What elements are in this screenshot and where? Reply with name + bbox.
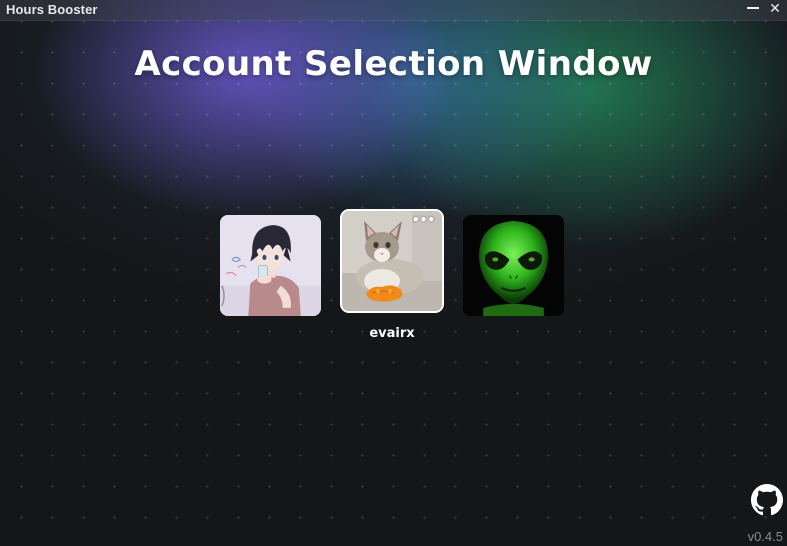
alien-avatar [463,215,564,316]
account-card-3[interactable] [463,215,564,316]
account-list: ••• evairx [0,0,787,546]
anime-boy-avatar [220,215,321,316]
account-card-1[interactable] [220,215,321,316]
app-window: Hours Booster ✕ Account Selection Window [0,0,787,546]
selected-account-name: evairx [369,326,415,341]
account-card-2[interactable]: ••• [340,209,444,313]
version-label: v0.4.5 [747,529,783,544]
github-icon [751,484,783,516]
github-link[interactable] [751,484,783,516]
more-options-button[interactable]: ••• [412,214,435,226]
